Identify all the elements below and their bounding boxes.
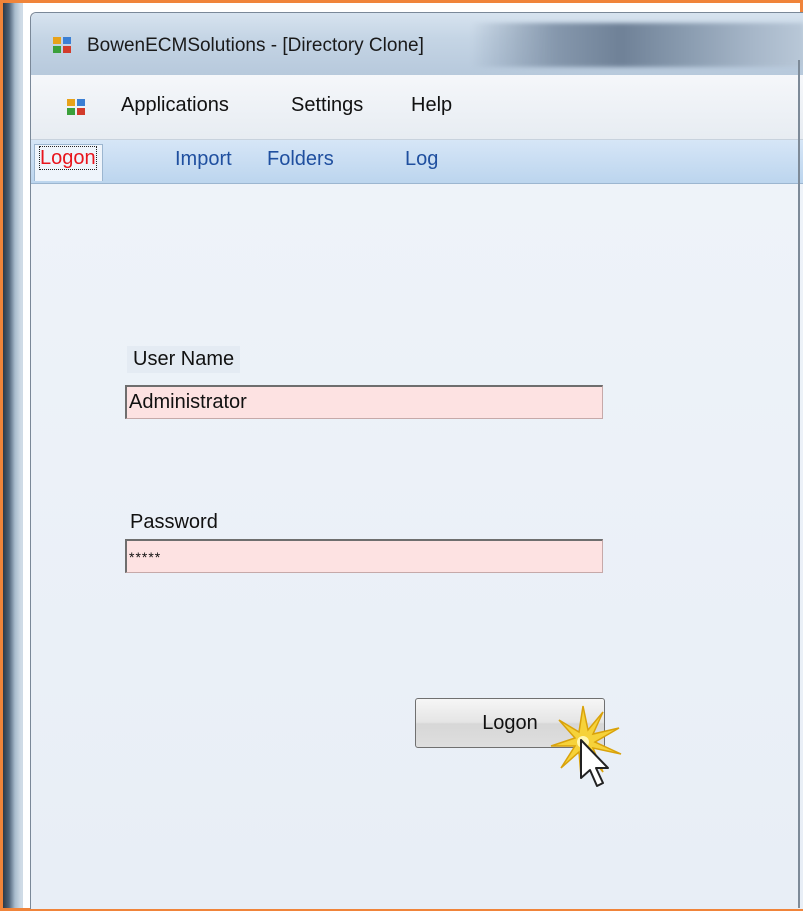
title-bar: BowenECMSolutions - [Directory Clone] bbox=[31, 13, 803, 75]
menu-settings[interactable]: Settings bbox=[291, 94, 363, 117]
menu-bar: Applications Settings Help bbox=[31, 75, 803, 140]
tab-logon-label: Logon bbox=[39, 146, 97, 170]
password-label: Password bbox=[130, 511, 218, 533]
title-bar-glass bbox=[471, 23, 803, 67]
tab-logon[interactable]: Logon bbox=[34, 144, 103, 181]
tab-import[interactable]: Import bbox=[175, 148, 232, 171]
window-title: BowenECMSolutions - [Directory Clone] bbox=[87, 35, 424, 56]
app-window-icon[interactable] bbox=[53, 37, 73, 55]
tab-log[interactable]: Log bbox=[405, 148, 438, 171]
window-right-border bbox=[798, 60, 800, 908]
username-label: User Name bbox=[127, 346, 241, 373]
logon-panel: User Name Password Logon bbox=[31, 184, 803, 909]
tab-folders[interactable]: Folders bbox=[267, 148, 334, 171]
mouse-pointer-click-icon bbox=[550, 705, 622, 787]
app-window: BowenECMSolutions - [Directory Clone] Ap… bbox=[30, 12, 803, 909]
password-input[interactable] bbox=[125, 539, 603, 573]
background-window-edge bbox=[3, 3, 23, 908]
menu-help[interactable]: Help bbox=[411, 94, 452, 117]
tab-strip: Logon Import Folders Log bbox=[31, 140, 803, 184]
username-input[interactable] bbox=[125, 385, 603, 419]
mdi-child-icon[interactable] bbox=[67, 99, 87, 117]
menu-applications[interactable]: Applications bbox=[121, 94, 229, 117]
